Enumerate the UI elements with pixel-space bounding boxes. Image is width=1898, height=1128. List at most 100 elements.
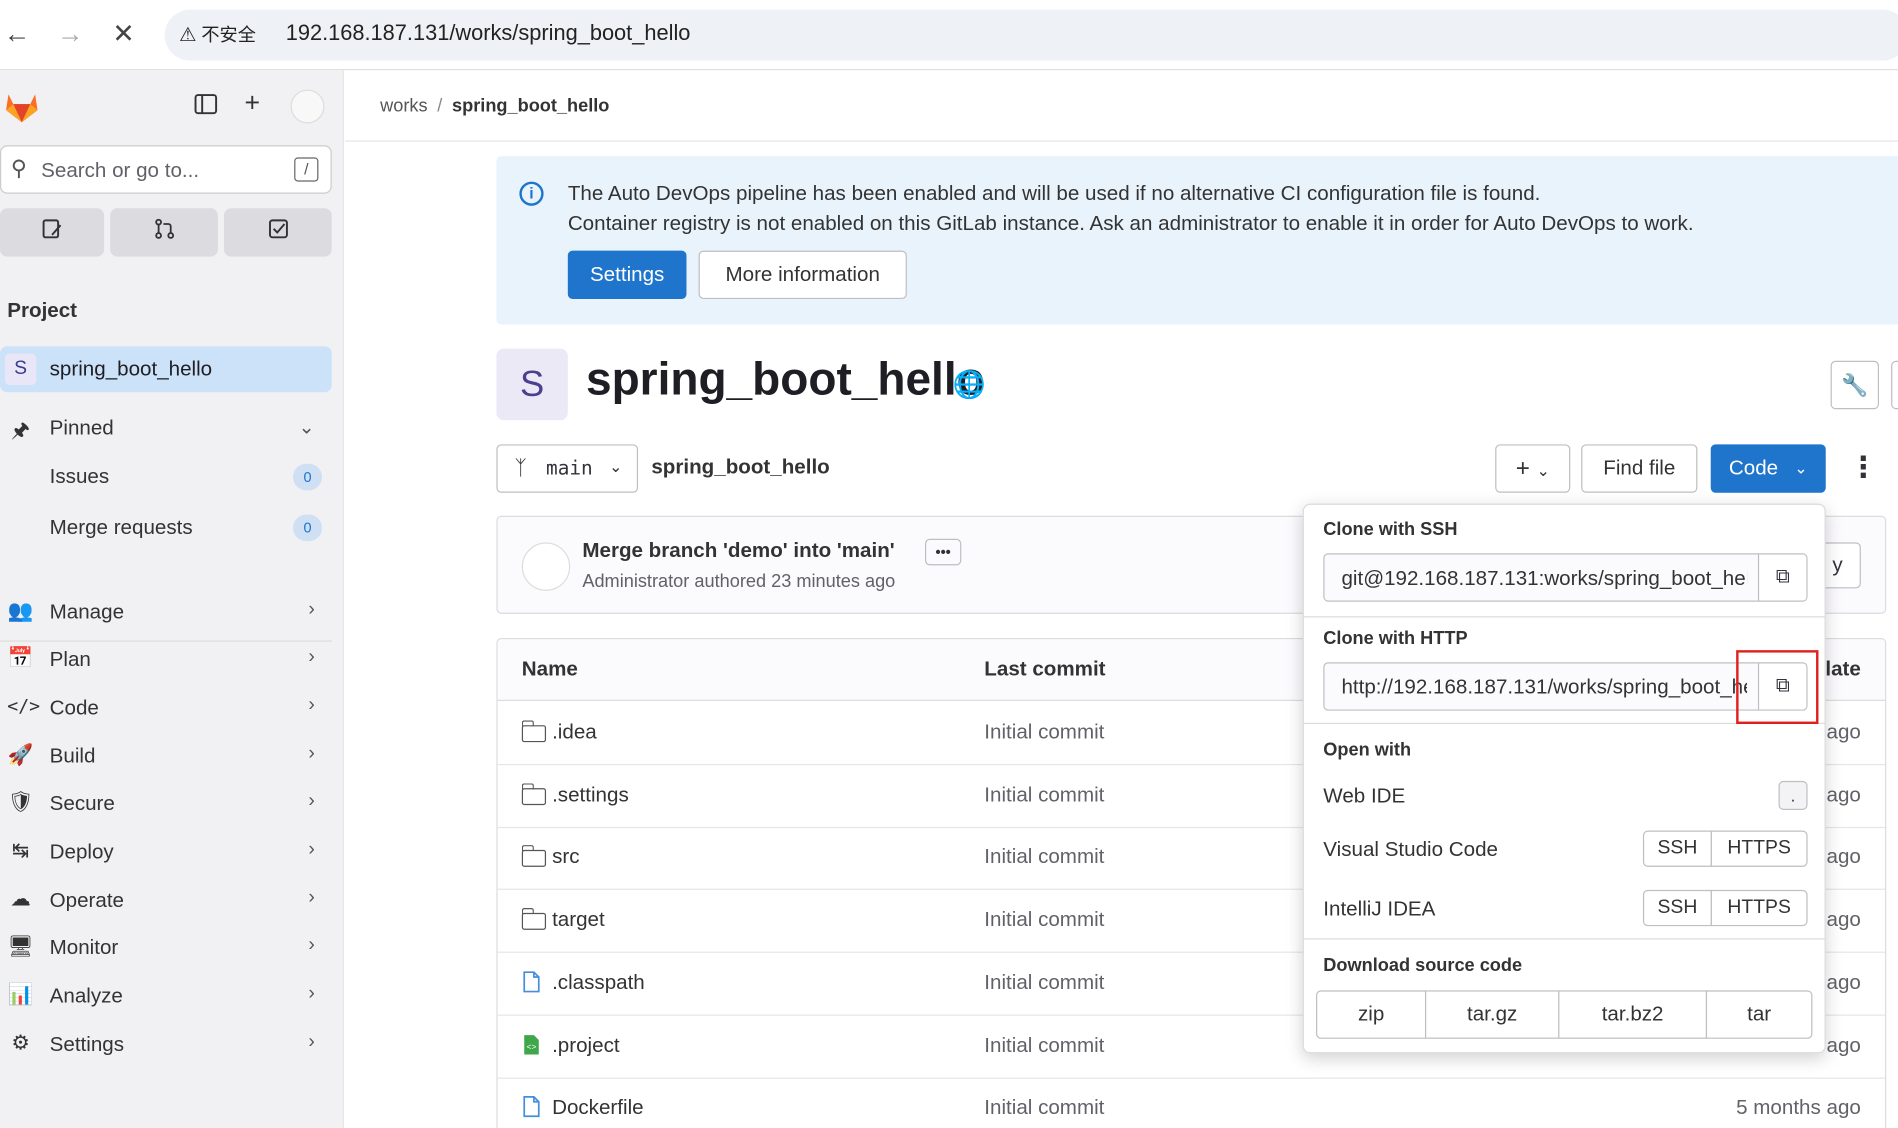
sidebar-item-deploy[interactable]: ↹ Deploy › [0, 829, 332, 875]
sidebar-item-manage[interactable]: 👥 Manage › [0, 590, 332, 636]
folder-icon [521, 720, 547, 743]
chevron-right-icon: › [308, 839, 315, 860]
sidebar-item-analyze[interactable]: 📊 Analyze › [0, 973, 332, 1019]
download-zip-button[interactable]: zip [1316, 990, 1427, 1039]
clone-ssh-field[interactable]: git@192.168.187.131:works/spring_boot_he… [1323, 553, 1808, 602]
file-name[interactable]: .project [552, 1033, 619, 1057]
public-visibility-icon: 🌐 [952, 369, 987, 400]
file-last-commit[interactable]: Initial commit [984, 846, 1104, 870]
more-actions-icon[interactable]: ⋮ [1849, 450, 1878, 485]
sidebar-item-label: Analyze [49, 984, 123, 1008]
address-bar[interactable]: ⚠ 不安全 192.168.187.131/works/spring_boot_… [164, 9, 1898, 61]
shield-icon: 🛡 [7, 790, 34, 814]
intellij-ssh-button[interactable]: SSH [1642, 889, 1712, 927]
clone-http-label: Clone with HTTP [1323, 628, 1468, 649]
file-last-commit[interactable]: Initial commit [984, 1033, 1104, 1057]
repository-path[interactable]: spring_boot_hello [651, 455, 829, 479]
file-name[interactable]: Dockerfile [552, 1096, 644, 1120]
file-name[interactable]: .classpath [552, 971, 645, 995]
sidebar-item-label: Settings [49, 1032, 125, 1056]
sidebar-toggle-icon[interactable] [194, 92, 218, 123]
forward-icon[interactable]: → [53, 17, 87, 51]
file-last-commit[interactable]: Initial commit [984, 783, 1104, 807]
commit-message[interactable]: Merge branch 'demo' into 'main' [582, 539, 894, 563]
search-placeholder: Search or go to... [41, 158, 200, 182]
merge-requests-shortcut-button[interactable] [110, 208, 218, 257]
file-last-commit[interactable]: Initial commit [984, 720, 1104, 744]
download-tar-bz2-button[interactable]: tar.bz2 [1558, 990, 1708, 1039]
file-last-commit[interactable]: Initial commit [984, 971, 1104, 995]
sidebar-item-secure[interactable]: 🛡 Secure › [0, 781, 332, 827]
search-icon: ⚲ [10, 156, 27, 181]
sidebar-item-operate[interactable]: ☁ Operate › [0, 878, 332, 924]
clone-ssh-url[interactable]: git@192.168.187.131:works/spring_boot_he… [1341, 567, 1747, 591]
sidebar-item-issues[interactable]: Issues 0 [0, 454, 332, 500]
file-last-update: ago [1826, 908, 1861, 932]
sidebar-item-code[interactable]: </> Code › [0, 685, 332, 731]
security-warning[interactable]: ⚠ 不安全 [179, 22, 256, 47]
find-file-button[interactable]: Find file [1581, 444, 1698, 493]
sidebar-item-pinned[interactable]: 🖈 Pinned ⌄ [0, 406, 332, 452]
breadcrumb-project[interactable]: spring_boot_hello [452, 96, 609, 117]
chevron-right-icon: › [308, 934, 315, 956]
breadcrumb: works / spring_boot_hello [380, 95, 610, 117]
download-tar-button[interactable]: tar [1705, 990, 1813, 1039]
sidebar-item-label: Pinned [49, 416, 114, 440]
clone-http-field[interactable]: http://192.168.187.131/works/spring_boot… [1323, 662, 1808, 711]
issues-shortcut-button[interactable] [0, 208, 105, 257]
stop-loading-icon[interactable]: ✕ [107, 17, 141, 51]
back-icon[interactable]: ← [0, 17, 34, 51]
create-new-icon[interactable]: + [245, 87, 261, 118]
wrench-icon[interactable]: 🔧 [1830, 360, 1880, 410]
url-text[interactable]: 192.168.187.131/works/spring_boot_hello [286, 21, 691, 46]
sidebar-item-settings[interactable]: ⚙ Settings › [0, 1022, 332, 1068]
user-avatar[interactable] [290, 89, 325, 124]
vscode-https-button[interactable]: HTTPS [1710, 830, 1808, 867]
commit-author-avatar[interactable] [521, 542, 571, 591]
code-icon: </> [7, 694, 41, 717]
sidebar-item-merge-requests[interactable]: Merge requests 0 [0, 505, 332, 551]
todo-icon [268, 219, 288, 239]
commit-expand-button[interactable]: ••• [924, 538, 962, 566]
sidebar-item-build[interactable]: 🚀 Build › [0, 734, 332, 780]
settings-button[interactable]: Settings [567, 250, 687, 300]
add-dropdown-button[interactable]: + ⌄ [1495, 444, 1571, 493]
sidebar: + ⚲ Search or go to... / Project S sprin… [0, 70, 344, 1128]
branch-icon: ᛉ [514, 456, 527, 481]
sidebar-item-project[interactable]: S spring_boot_hello [0, 346, 332, 393]
chevron-down-icon: ⌄ [298, 417, 315, 439]
file-last-update: ago [1826, 970, 1861, 994]
column-header-name: Name [521, 657, 578, 681]
project-action-button[interactable] [1891, 360, 1898, 410]
intellij-https-button[interactable]: HTTPS [1710, 889, 1808, 927]
download-tar-gz-button[interactable]: tar.gz [1424, 990, 1560, 1039]
sidebar-item-plan[interactable]: 📅 Plan › [0, 637, 332, 683]
chevron-right-icon: › [308, 983, 315, 1004]
sidebar-item-monitor[interactable]: 🖥 Monitor › [0, 925, 332, 971]
web-ide-shortcut: . [1778, 780, 1808, 810]
chevron-right-icon: › [308, 790, 315, 812]
file-name[interactable]: src [552, 846, 579, 870]
table-row[interactable]: Dockerfile Initial commit 5 months ago [498, 1078, 1885, 1128]
web-ide-item[interactable]: Web IDE [1323, 785, 1405, 809]
file-name[interactable]: .settings [552, 783, 629, 807]
code-dropdown-button[interactable]: Code ⌄ [1710, 444, 1826, 493]
file-last-update: ago [1826, 845, 1861, 869]
branch-selector[interactable]: ᛉ main ⌄ [496, 444, 639, 493]
alert-text-line2: Container registry is not enabled on thi… [567, 211, 1694, 235]
more-information-button[interactable]: More information [698, 250, 907, 300]
file-last-commit[interactable]: Initial commit [984, 908, 1104, 932]
search-input[interactable]: ⚲ Search or go to... / [0, 145, 332, 194]
gitlab-logo-icon[interactable] [2, 87, 41, 126]
breadcrumb-group[interactable]: works [380, 96, 427, 117]
clone-http-url[interactable]: http://192.168.187.131/works/spring_boot… [1341, 676, 1747, 700]
sidebar-item-label: Monitor [49, 935, 119, 959]
copy-icon[interactable]: ⧉ [1757, 554, 1807, 601]
file-name[interactable]: .idea [552, 720, 597, 744]
file-last-update: ago [1826, 1033, 1861, 1057]
vscode-ssh-button[interactable]: SSH [1642, 830, 1712, 867]
file-name[interactable]: target [552, 908, 605, 932]
file-last-commit[interactable]: Initial commit [984, 1096, 1104, 1120]
todos-shortcut-button[interactable] [223, 208, 332, 257]
intellij-label: IntelliJ IDEA [1323, 897, 1436, 921]
